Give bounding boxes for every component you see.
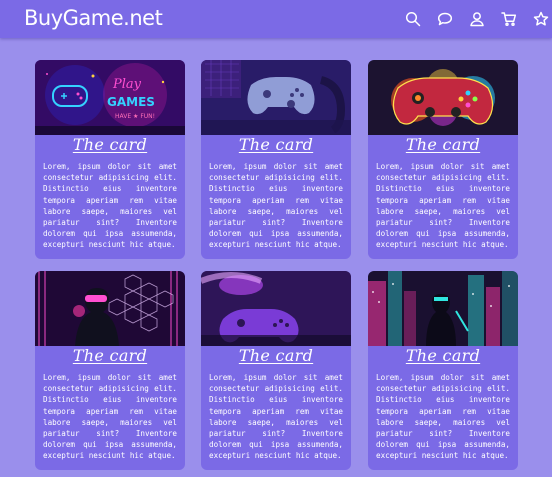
card-text: Lorem, ipsum dolor sit amet consectetur …	[209, 373, 343, 461]
star-icon[interactable]	[532, 10, 550, 28]
card-image-purple-gamepad	[201, 271, 351, 346]
card-title[interactable]: The card	[201, 135, 351, 157]
game-card[interactable]: Play GAMES HAVE ★ FUN! The card Lorem, i…	[35, 60, 185, 259]
card-title[interactable]: The card	[35, 346, 185, 368]
card-title[interactable]: The card	[35, 135, 185, 157]
svg-text:HAVE ★ FUN!: HAVE ★ FUN!	[115, 113, 155, 120]
card-title[interactable]: The card	[368, 346, 518, 368]
cart-icon[interactable]	[500, 10, 518, 28]
card-text: Lorem, ipsum dolor sit amet consectetur …	[376, 373, 510, 461]
game-card[interactable]: The card Lorem, ipsum dolor sit amet con…	[201, 271, 351, 470]
game-card[interactable]: The card Lorem, ipsum dolor sit amet con…	[368, 60, 518, 259]
card-image-vr-player	[35, 271, 185, 346]
svg-text:GAMES: GAMES	[107, 95, 155, 109]
card-image-neon-play-games: Play GAMES HAVE ★ FUN!	[35, 60, 185, 135]
card-image-cyberpunk-city	[368, 271, 518, 346]
search-icon[interactable]	[404, 10, 422, 28]
game-card[interactable]: The card Lorem, ipsum dolor sit amet con…	[368, 271, 518, 470]
brand-logo[interactable]: BuyGame.net	[24, 6, 163, 30]
card-title[interactable]: The card	[368, 135, 518, 157]
chat-icon[interactable]	[436, 10, 454, 28]
card-text: Lorem, ipsum dolor sit amet consectetur …	[376, 162, 510, 250]
card-text: Lorem, ipsum dolor sit amet consectetur …	[43, 373, 177, 461]
game-card[interactable]: The card Lorem, ipsum dolor sit amet con…	[35, 271, 185, 470]
card-text: Lorem, ipsum dolor sit amet consectetur …	[43, 162, 177, 250]
user-icon[interactable]	[468, 10, 486, 28]
card-title[interactable]: The card	[201, 346, 351, 368]
card-text: Lorem, ipsum dolor sit amet consectetur …	[209, 162, 343, 250]
game-card[interactable]: The card Lorem, ipsum dolor sit amet con…	[201, 60, 351, 259]
svg-text:Play: Play	[112, 77, 142, 92]
card-image-splash-gamepad	[368, 60, 518, 135]
card-image-gamepad-desk	[201, 60, 351, 135]
top-header: BuyGame.net	[0, 0, 552, 38]
